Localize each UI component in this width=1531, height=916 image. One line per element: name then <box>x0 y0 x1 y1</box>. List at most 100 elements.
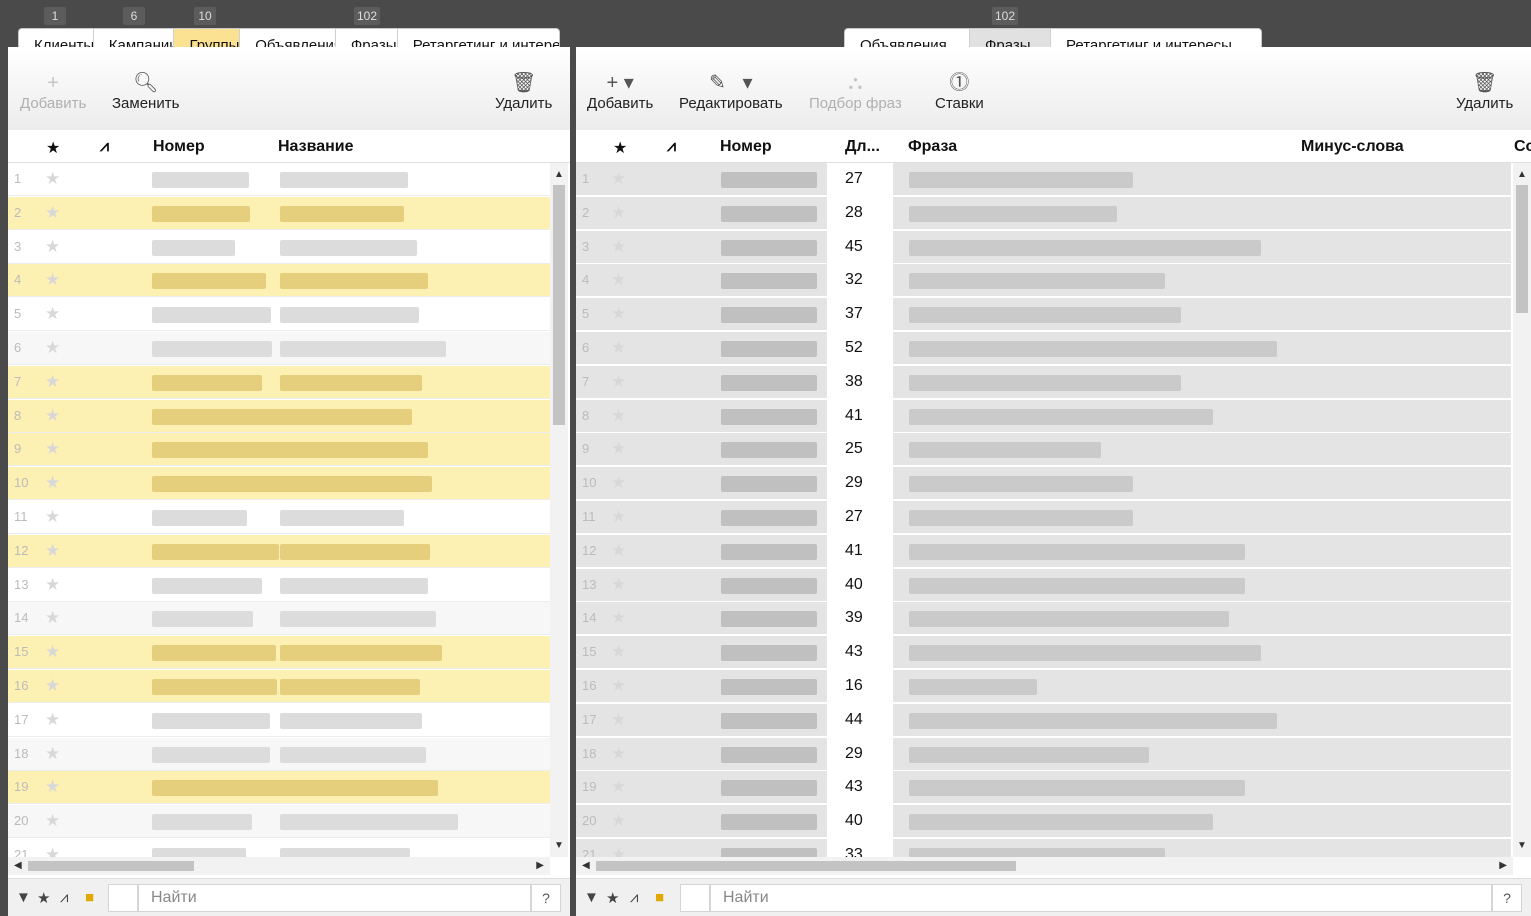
table-row[interactable]: 5 ★ <box>8 298 550 332</box>
left-vertical-scrollbar[interactable]: ▲ ▼ <box>550 163 568 857</box>
table-row[interactable]: 20 ★ 40 <box>576 805 1511 839</box>
table-row[interactable]: 14 ★ 39 <box>576 602 1511 636</box>
scroll-thumb[interactable] <box>1516 185 1528 313</box>
star-icon[interactable]: ★ <box>45 575 60 595</box>
star-icon[interactable]: ★ <box>45 406 60 426</box>
star-icon[interactable]: ★ <box>45 676 60 696</box>
table-row[interactable]: 6 ★ <box>8 332 550 365</box>
delete-phrase-button[interactable]: 🗑︎ Удалить <box>1456 71 1513 112</box>
table-row[interactable]: 15 ★ 43 <box>576 636 1511 670</box>
star-column-icon[interactable]: ★ <box>613 138 627 158</box>
replace-button[interactable]: 🔍︎ Заменить <box>112 71 179 112</box>
table-row[interactable]: 3 ★ 45 <box>576 230 1511 264</box>
column-number[interactable]: Номер <box>720 138 772 156</box>
edit-button[interactable]: ✎ ▾ Редактировать <box>679 71 783 112</box>
search-input[interactable]: Найти <box>710 884 1492 912</box>
wand-filter-icon[interactable]: ⩘ <box>630 889 638 906</box>
table-row[interactable]: 18 ★ <box>8 737 550 771</box>
archive-icon[interactable]: ■ <box>85 889 94 906</box>
wand-filter-icon[interactable]: ⩘ <box>60 889 68 906</box>
right-horizontal-scrollbar[interactable]: ◀ ▶ <box>576 857 1513 875</box>
filter-icon[interactable]: ▼ <box>16 889 31 906</box>
table-row[interactable]: 4 ★ <box>8 264 550 298</box>
star-icon[interactable]: ★ <box>611 169 626 189</box>
table-row[interactable]: 10 ★ 29 <box>576 467 1511 501</box>
star-icon[interactable]: ★ <box>45 372 60 392</box>
help-button[interactable]: ? <box>1492 884 1522 912</box>
star-icon[interactable]: ★ <box>45 439 60 459</box>
star-icon[interactable]: ★ <box>45 338 60 358</box>
scroll-down-icon[interactable]: ▼ <box>1517 840 1527 851</box>
star-icon[interactable]: ★ <box>611 439 626 459</box>
delete-button[interactable]: 🗑︎ Удалить <box>495 71 552 112</box>
star-icon[interactable]: ★ <box>611 372 626 392</box>
table-row[interactable]: 13 ★ <box>8 568 550 602</box>
star-icon[interactable]: ★ <box>45 203 60 223</box>
table-row[interactable]: 11 ★ <box>8 501 550 534</box>
star-icon[interactable]: ★ <box>45 304 60 324</box>
star-icon[interactable]: ★ <box>45 541 60 561</box>
table-row[interactable]: 19 ★ 43 <box>576 771 1511 805</box>
table-row[interactable]: 16 ★ 16 <box>576 670 1511 703</box>
table-row[interactable]: 11 ★ 27 <box>576 501 1511 534</box>
star-filter-icon[interactable]: ★ <box>606 889 619 907</box>
add-button[interactable]: + Добавить <box>20 71 86 112</box>
star-icon[interactable]: ★ <box>611 270 626 290</box>
scroll-right-icon[interactable]: ▶ <box>536 860 544 871</box>
star-icon[interactable]: ★ <box>611 575 626 595</box>
star-icon[interactable]: ★ <box>45 169 60 189</box>
table-row[interactable]: 20 ★ <box>8 805 550 839</box>
column-extra[interactable]: Со <box>1514 138 1531 156</box>
add-phrase-button[interactable]: + ▾ Добавить <box>587 71 653 112</box>
table-row[interactable]: 1 ★ 27 <box>576 163 1511 196</box>
star-icon[interactable]: ★ <box>611 304 626 324</box>
table-row[interactable]: 12 ★ <box>8 534 550 568</box>
star-icon[interactable]: ★ <box>45 507 60 527</box>
star-icon[interactable]: ★ <box>611 811 626 831</box>
star-icon[interactable]: ★ <box>611 473 626 493</box>
table-row[interactable]: 4 ★ 32 <box>576 264 1511 298</box>
star-filter-icon[interactable]: ★ <box>37 889 50 907</box>
star-icon[interactable]: ★ <box>611 642 626 662</box>
table-row[interactable]: 5 ★ 37 <box>576 298 1511 332</box>
archive-icon[interactable]: ■ <box>655 889 664 906</box>
star-icon[interactable]: ★ <box>611 406 626 426</box>
star-icon[interactable]: ★ <box>611 608 626 628</box>
table-row[interactable]: 7 ★ <box>8 365 550 399</box>
left-horizontal-scrollbar[interactable]: ◀ ▶ <box>8 857 550 875</box>
star-icon[interactable]: ★ <box>45 270 60 290</box>
star-icon[interactable]: ★ <box>611 744 626 764</box>
table-row[interactable]: 18 ★ 29 <box>576 737 1511 771</box>
table-row[interactable]: 1 ★ <box>8 163 550 196</box>
star-icon[interactable]: ★ <box>45 608 60 628</box>
table-row[interactable]: 16 ★ <box>8 670 550 703</box>
star-icon[interactable]: ★ <box>611 710 626 730</box>
table-row[interactable]: 17 ★ 44 <box>576 703 1511 737</box>
table-row[interactable]: 3 ★ <box>8 230 550 264</box>
table-row[interactable]: 2 ★ 28 <box>576 196 1511 230</box>
table-row[interactable]: 14 ★ <box>8 602 550 636</box>
table-row[interactable]: 9 ★ <box>8 433 550 467</box>
pick-phrases-button[interactable]: ⛬ Подбор фраз <box>809 71 902 112</box>
star-icon[interactable]: ★ <box>45 744 60 764</box>
table-row[interactable]: 13 ★ 40 <box>576 568 1511 602</box>
star-column-icon[interactable]: ★ <box>46 138 60 158</box>
star-icon[interactable]: ★ <box>45 237 60 257</box>
star-icon[interactable]: ★ <box>611 777 626 797</box>
star-icon[interactable]: ★ <box>45 777 60 797</box>
bids-button[interactable]: ⓵ Ставки <box>935 71 984 112</box>
star-icon[interactable]: ★ <box>611 676 626 696</box>
star-icon[interactable]: ★ <box>45 642 60 662</box>
table-row[interactable]: 9 ★ 25 <box>576 433 1511 467</box>
hscroll-thumb[interactable] <box>596 861 1016 871</box>
hscroll-thumb[interactable] <box>28 861 194 871</box>
star-icon[interactable]: ★ <box>611 338 626 358</box>
column-phrase[interactable]: Фраза <box>908 138 957 156</box>
table-row[interactable]: 17 ★ <box>8 703 550 737</box>
star-icon[interactable]: ★ <box>611 237 626 257</box>
table-row[interactable]: 7 ★ 38 <box>576 365 1511 399</box>
column-length[interactable]: Дл... <box>845 138 880 156</box>
scroll-down-icon[interactable]: ▼ <box>554 840 564 851</box>
table-row[interactable]: 8 ★ <box>8 399 550 433</box>
scroll-right-icon[interactable]: ▶ <box>1499 860 1507 871</box>
